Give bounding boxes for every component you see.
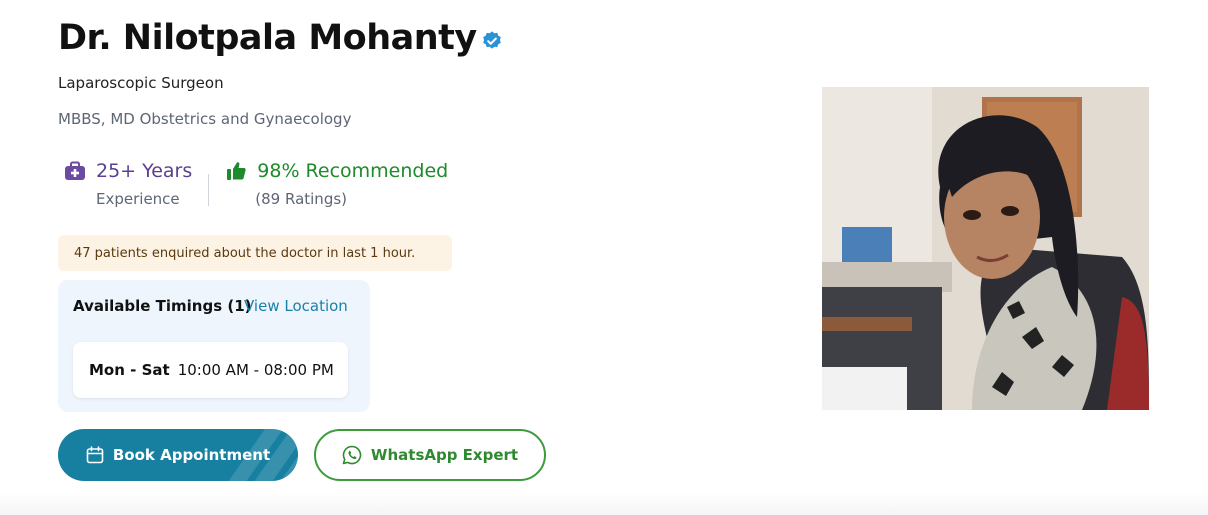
recommend-value: 98% Recommended bbox=[257, 160, 449, 182]
view-location-link[interactable]: View Location bbox=[244, 297, 348, 315]
doctor-name: Dr. Nilotpala Mohanty bbox=[58, 18, 477, 58]
whatsapp-expert-label: WhatsApp Expert bbox=[370, 446, 519, 464]
experience-label: Experience bbox=[96, 190, 180, 208]
briefcase-medical-icon bbox=[64, 160, 86, 182]
timing-slot: Mon - Sat 10:00 AM - 08:00 PM bbox=[73, 342, 348, 398]
verified-badge-icon bbox=[482, 31, 501, 49]
doctor-photo bbox=[822, 87, 1149, 410]
thumbs-up-icon bbox=[225, 160, 247, 182]
section-bottom-edge bbox=[0, 492, 1208, 515]
doctor-stats: 25+ Years Experience 98% Recommended (89… bbox=[64, 160, 448, 208]
slot-hours: 10:00 AM - 08:00 PM bbox=[177, 361, 334, 379]
book-appointment-button[interactable]: Book Appointment bbox=[58, 429, 298, 481]
calendar-icon bbox=[86, 446, 104, 464]
experience-value: 25+ Years bbox=[96, 160, 193, 182]
stats-divider bbox=[208, 174, 210, 206]
whatsapp-icon bbox=[342, 445, 362, 465]
doctor-degree: MBBS, MD Obstetrics and Gynaecology bbox=[58, 110, 352, 128]
recommend-stat: 98% Recommended (89 Ratings) bbox=[225, 160, 448, 208]
timings-title: Available Timings (1) bbox=[73, 297, 252, 315]
doctor-header: Dr. Nilotpala Mohanty bbox=[58, 14, 503, 62]
book-appointment-label: Book Appointment bbox=[112, 446, 271, 464]
available-timings-card: Available Timings (1) View Location Mon … bbox=[58, 280, 370, 412]
ratings-count: (89 Ratings) bbox=[255, 190, 348, 208]
experience-stat: 25+ Years Experience bbox=[64, 160, 192, 208]
doctor-specialty: Laparoscopic Surgeon bbox=[58, 74, 224, 92]
slot-days: Mon - Sat bbox=[89, 361, 170, 379]
enquiry-notice: 47 patients enquired about the doctor in… bbox=[58, 235, 452, 271]
whatsapp-expert-button[interactable]: WhatsApp Expert bbox=[314, 429, 546, 481]
